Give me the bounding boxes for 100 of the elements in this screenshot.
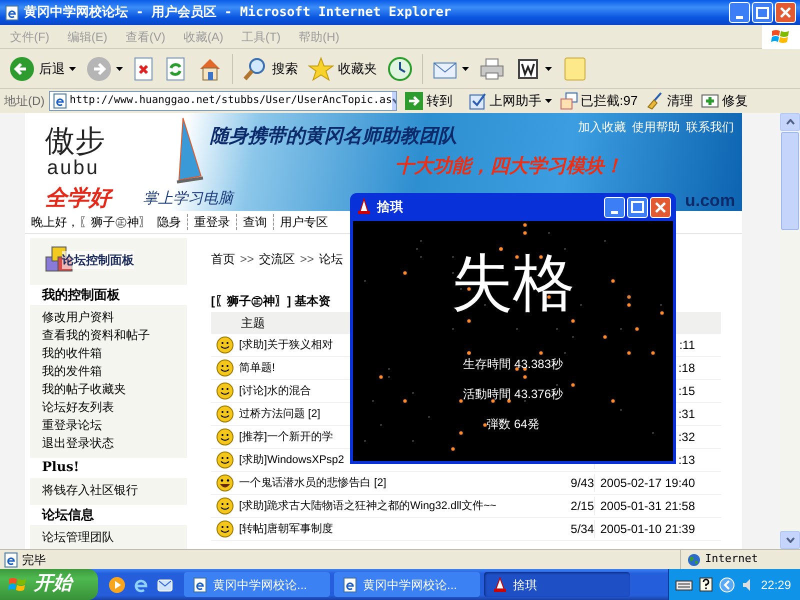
scrollbar-thumb[interactable] bbox=[781, 132, 799, 230]
domain-text: u.com bbox=[685, 190, 736, 211]
maximize-button[interactable] bbox=[627, 196, 648, 218]
globe-icon bbox=[687, 552, 701, 566]
close-button[interactable] bbox=[650, 196, 671, 218]
greeting-text: 晚上好，〖狮子㊣神〗 bbox=[31, 214, 151, 231]
minimize-button[interactable] bbox=[729, 2, 750, 23]
banner-link[interactable]: 使用帮助 bbox=[632, 118, 680, 136]
breadcrumb-link[interactable]: 交流区 bbox=[259, 250, 296, 270]
topic-link[interactable]: [求助]WindowsXPsp2 bbox=[239, 452, 344, 468]
address-field[interactable]: http://www.huanggao.net/stubbs/User/UserAncTopic.as bbox=[48, 91, 397, 111]
banner-link[interactable]: 联系我们 bbox=[686, 118, 734, 136]
breadcrumb-separator: >> bbox=[240, 251, 254, 268]
chevron-left-icon[interactable] bbox=[719, 576, 735, 592]
reply-count: 5/34 bbox=[570, 521, 594, 538]
topic-link[interactable]: 过桥方法问题 [2] bbox=[239, 406, 320, 422]
topic-link[interactable]: [求助]关于狭义相对 bbox=[239, 336, 334, 354]
page-x-icon bbox=[133, 56, 155, 82]
page-icon bbox=[52, 93, 68, 109]
grinning-face-icon bbox=[216, 474, 234, 492]
clean-button[interactable]: 清理 bbox=[646, 90, 693, 112]
assistant-button[interactable]: 上网助手 bbox=[468, 90, 552, 112]
caret-icon bbox=[116, 66, 123, 70]
smiley-icon bbox=[216, 336, 234, 354]
windows-logo-icon bbox=[8, 576, 28, 594]
topic-link[interactable]: [讨论]水的混合 bbox=[239, 382, 312, 400]
scrollbar[interactable] bbox=[780, 113, 800, 549]
section-heading: [〖狮子㊣神〗] 基本资 bbox=[211, 293, 330, 310]
headline-text: 随身携带的黄冈名师助教团队 bbox=[210, 124, 457, 149]
keyboard-icon[interactable] bbox=[675, 578, 693, 592]
arrow-right-icon bbox=[86, 56, 112, 82]
printer-icon bbox=[479, 56, 505, 82]
sidebar-link[interactable]: 将钱存入社区银行 bbox=[30, 481, 187, 499]
smiley-icon bbox=[216, 359, 234, 377]
search-icon bbox=[242, 56, 268, 82]
favorites-button[interactable]: 收藏夹 bbox=[305, 52, 380, 86]
sidebar-link[interactable]: 我的收件箱 bbox=[30, 344, 187, 362]
subhead-text: 十大功能，四大学习模块！ bbox=[395, 155, 623, 179]
sticky-note-icon bbox=[562, 56, 588, 82]
rocket-icon bbox=[355, 198, 373, 216]
smiley-icon bbox=[216, 520, 234, 538]
taskbar-button[interactable]: 捨琪 bbox=[484, 572, 630, 597]
taskbar-button[interactable]: 黄冈中学网校论... bbox=[334, 572, 480, 597]
breadcrumb-link[interactable]: 首页 bbox=[211, 250, 235, 270]
maximize-button[interactable] bbox=[752, 2, 773, 23]
topic-link[interactable]: [求助]跪求古大陆物语之狂神之都的Wing32.dll文件~~ bbox=[239, 498, 496, 514]
help-icon[interactable] bbox=[699, 576, 713, 592]
minimize-icon bbox=[736, 16, 743, 19]
topic-link[interactable]: 简单题! bbox=[239, 360, 276, 376]
windows-logo-icon bbox=[762, 24, 800, 48]
status-text: 完毕 bbox=[22, 552, 47, 568]
nav-link[interactable]: 隐身 bbox=[157, 212, 181, 231]
address-label: 地址(D) bbox=[4, 93, 45, 110]
smiley-icon bbox=[216, 428, 234, 446]
page-icon bbox=[192, 576, 208, 592]
topic-link[interactable]: 一个鬼话潜水员的悲惨告白 [2] bbox=[239, 474, 386, 492]
nav-link[interactable]: 用户专区 bbox=[280, 212, 328, 231]
go-button[interactable]: 转到 bbox=[400, 90, 457, 112]
stat-text: 弾数 64発 bbox=[486, 416, 540, 433]
sidebar-link[interactable]: 论坛管理团队 bbox=[30, 528, 187, 546]
windows-stack-icon bbox=[560, 92, 578, 110]
close-icon bbox=[655, 202, 666, 212]
sidebar-link[interactable]: 论坛好友列表 bbox=[30, 398, 187, 416]
sidebar-link[interactable]: 我的帖子收藏夹 bbox=[30, 380, 187, 398]
checkbox-icon bbox=[468, 92, 487, 110]
broom-icon bbox=[646, 92, 664, 110]
taskbar-button[interactable]: 黄冈中学网校论... bbox=[184, 572, 330, 597]
sidebar-link[interactable]: 退出登录状态 bbox=[30, 434, 187, 452]
caret-icon bbox=[544, 99, 552, 103]
nav-link[interactable]: 查询 bbox=[243, 212, 267, 231]
sidebar-link[interactable]: 查看我的资料和帖子 bbox=[30, 326, 187, 344]
repair-button[interactable]: 修复 bbox=[700, 90, 748, 112]
date-cell-text: :15 bbox=[678, 383, 695, 400]
reply-count: 2/15 bbox=[570, 498, 594, 515]
nav-link[interactable]: 重登录 bbox=[194, 212, 230, 231]
sidebar-link[interactable]: 修改用户资料 bbox=[30, 308, 187, 326]
topic-link[interactable]: [转帖]唐朝军事制度 bbox=[239, 520, 334, 538]
rocket-icon bbox=[492, 576, 508, 592]
breadcrumb-link[interactable]: 论坛 bbox=[319, 250, 344, 270]
close-button[interactable] bbox=[775, 2, 796, 23]
date-cell-text: :11 bbox=[679, 337, 695, 354]
section-header: 我的控制面板 bbox=[30, 285, 187, 305]
minimize-button[interactable] bbox=[604, 196, 625, 218]
panel-title: 论坛控制面板 bbox=[62, 251, 134, 269]
sidebar-link[interactable]: 我的发件箱 bbox=[30, 362, 187, 380]
smiley-icon bbox=[216, 382, 234, 400]
section-header: 论坛信息 bbox=[30, 505, 187, 525]
blocked-button[interactable]: 已拦截:97 bbox=[560, 90, 638, 112]
back-button[interactable]: 后退 bbox=[6, 52, 79, 86]
media-player-icon[interactable] bbox=[108, 576, 126, 594]
date-cell-text: 2005-01-31 21:58 bbox=[600, 498, 695, 515]
sidebar-link[interactable]: 重登录论坛 bbox=[30, 416, 187, 434]
topic-link[interactable]: [推荐]一个新开的学 bbox=[239, 428, 334, 446]
window-title: 黄冈中学网校论坛 - 用户会员区 - Microsoft Internet Explorer bbox=[24, 4, 452, 22]
date-cell-text: :31 bbox=[678, 406, 695, 423]
column-header: 主题 bbox=[241, 315, 265, 332]
star-icon bbox=[308, 56, 334, 82]
stat-text: 生存時間 43.383秒 bbox=[462, 356, 564, 373]
search-button[interactable]: 搜索 bbox=[239, 52, 301, 86]
slogan-text: 掌上学习电脑 bbox=[143, 189, 233, 209]
